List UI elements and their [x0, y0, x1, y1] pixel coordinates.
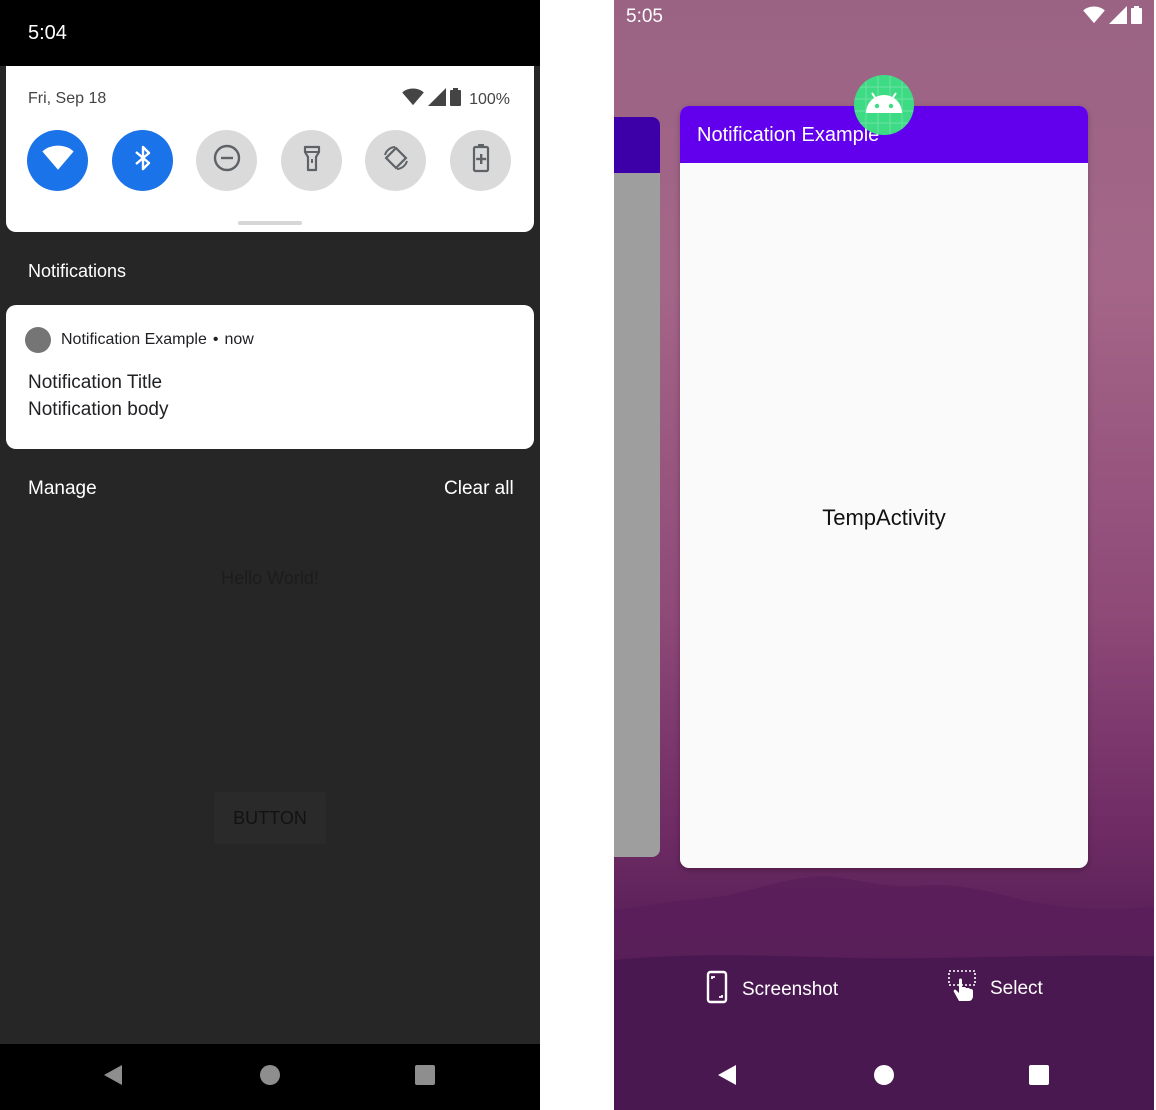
- home-icon: [259, 1064, 281, 1091]
- back-button[interactable]: [714, 1064, 740, 1090]
- bluetooth-icon: [133, 144, 153, 177]
- back-icon: [717, 1064, 737, 1091]
- qs-tile-flashlight[interactable]: [281, 130, 342, 191]
- battery-icon: [450, 88, 462, 111]
- select-button[interactable]: Select: [948, 970, 1043, 1008]
- wifi-signal-icon: [1083, 6, 1105, 29]
- recents-icon: [1028, 1064, 1050, 1091]
- select-icon: [948, 970, 976, 1008]
- cell-signal-icon: [1109, 6, 1127, 29]
- home-icon: [873, 1064, 895, 1091]
- battery-saver-icon: [472, 143, 490, 178]
- qs-tile-bluetooth[interactable]: [112, 130, 173, 191]
- notification-shade-screen: Hello World! BUTTON 5:04 Fri, Sep 18 100…: [0, 0, 540, 1110]
- qs-tile-wifi[interactable]: [27, 130, 88, 191]
- manage-button[interactable]: Manage: [28, 478, 97, 500]
- home-button[interactable]: [257, 1064, 283, 1090]
- cell-signal-icon: [428, 88, 447, 111]
- qs-tiles: [27, 130, 511, 192]
- back-button[interactable]: [100, 1064, 126, 1090]
- notification-body: Notification body: [28, 399, 169, 420]
- status-time: 5:05: [626, 6, 663, 27]
- qs-tile-do-not-disturb[interactable]: [196, 130, 257, 191]
- recent-app-card[interactable]: Notification Example TempActivity: [680, 106, 1088, 868]
- recents-button[interactable]: [412, 1064, 438, 1090]
- screenshot-label: Screenshot: [742, 979, 839, 1000]
- do-not-disturb-icon: [213, 144, 241, 177]
- notifications-heading: Notifications: [28, 261, 127, 281]
- home-button[interactable]: [871, 1064, 897, 1090]
- status-time: 5:04: [28, 22, 67, 44]
- screenshot-icon: [706, 970, 728, 1010]
- notification-separator: •: [212, 331, 219, 348]
- notification-time: now: [224, 331, 254, 348]
- notification-header: Notification Example • now: [61, 331, 254, 349]
- qs-tile-auto-rotate[interactable]: [365, 130, 426, 191]
- status-bar: 5:04: [0, 0, 540, 66]
- qs-tile-battery-saver[interactable]: [450, 130, 511, 191]
- quick-settings-panel: Fri, Sep 18 100%: [6, 66, 534, 232]
- app-small-icon: [25, 327, 51, 353]
- notification-card[interactable]: Notification Example • now Notification Ti…: [6, 305, 534, 449]
- previous-app-card[interactable]: [614, 117, 660, 857]
- android-app-icon[interactable]: [854, 75, 914, 135]
- back-icon: [103, 1064, 123, 1091]
- status-icons: [1083, 6, 1142, 29]
- screenshot-button[interactable]: Screenshot: [706, 970, 838, 1010]
- recents-icon: [414, 1064, 436, 1091]
- wifi-icon: [41, 145, 74, 176]
- notification-app-name: Notification Example: [61, 331, 207, 348]
- battery-percent: 100%: [469, 90, 510, 108]
- recents-button[interactable]: [1026, 1064, 1052, 1090]
- recents-overview-screen: 5:05 Notification Example TempActivity S…: [614, 0, 1154, 1110]
- hello-world-text: Hello World!: [221, 568, 319, 588]
- clear-all-button[interactable]: Clear all: [444, 478, 514, 500]
- navigation-bar: [0, 1044, 540, 1110]
- auto-rotate-icon: [381, 143, 411, 178]
- qs-drag-handle[interactable]: [238, 221, 302, 225]
- battery-icon: [1131, 6, 1142, 29]
- qs-date[interactable]: Fri, Sep 18: [28, 90, 106, 108]
- app-bar-title: Notification Example: [697, 124, 880, 146]
- background-app-button: BUTTON: [214, 792, 326, 844]
- activity-text: TempActivity: [822, 505, 946, 530]
- notification-title: Notification Title: [28, 372, 163, 393]
- previous-app-bar: [614, 117, 660, 173]
- select-label: Select: [990, 978, 1043, 999]
- qs-status-icons: 100%: [402, 88, 510, 111]
- flashlight-icon: [302, 144, 322, 177]
- wifi-signal-icon: [402, 88, 424, 111]
